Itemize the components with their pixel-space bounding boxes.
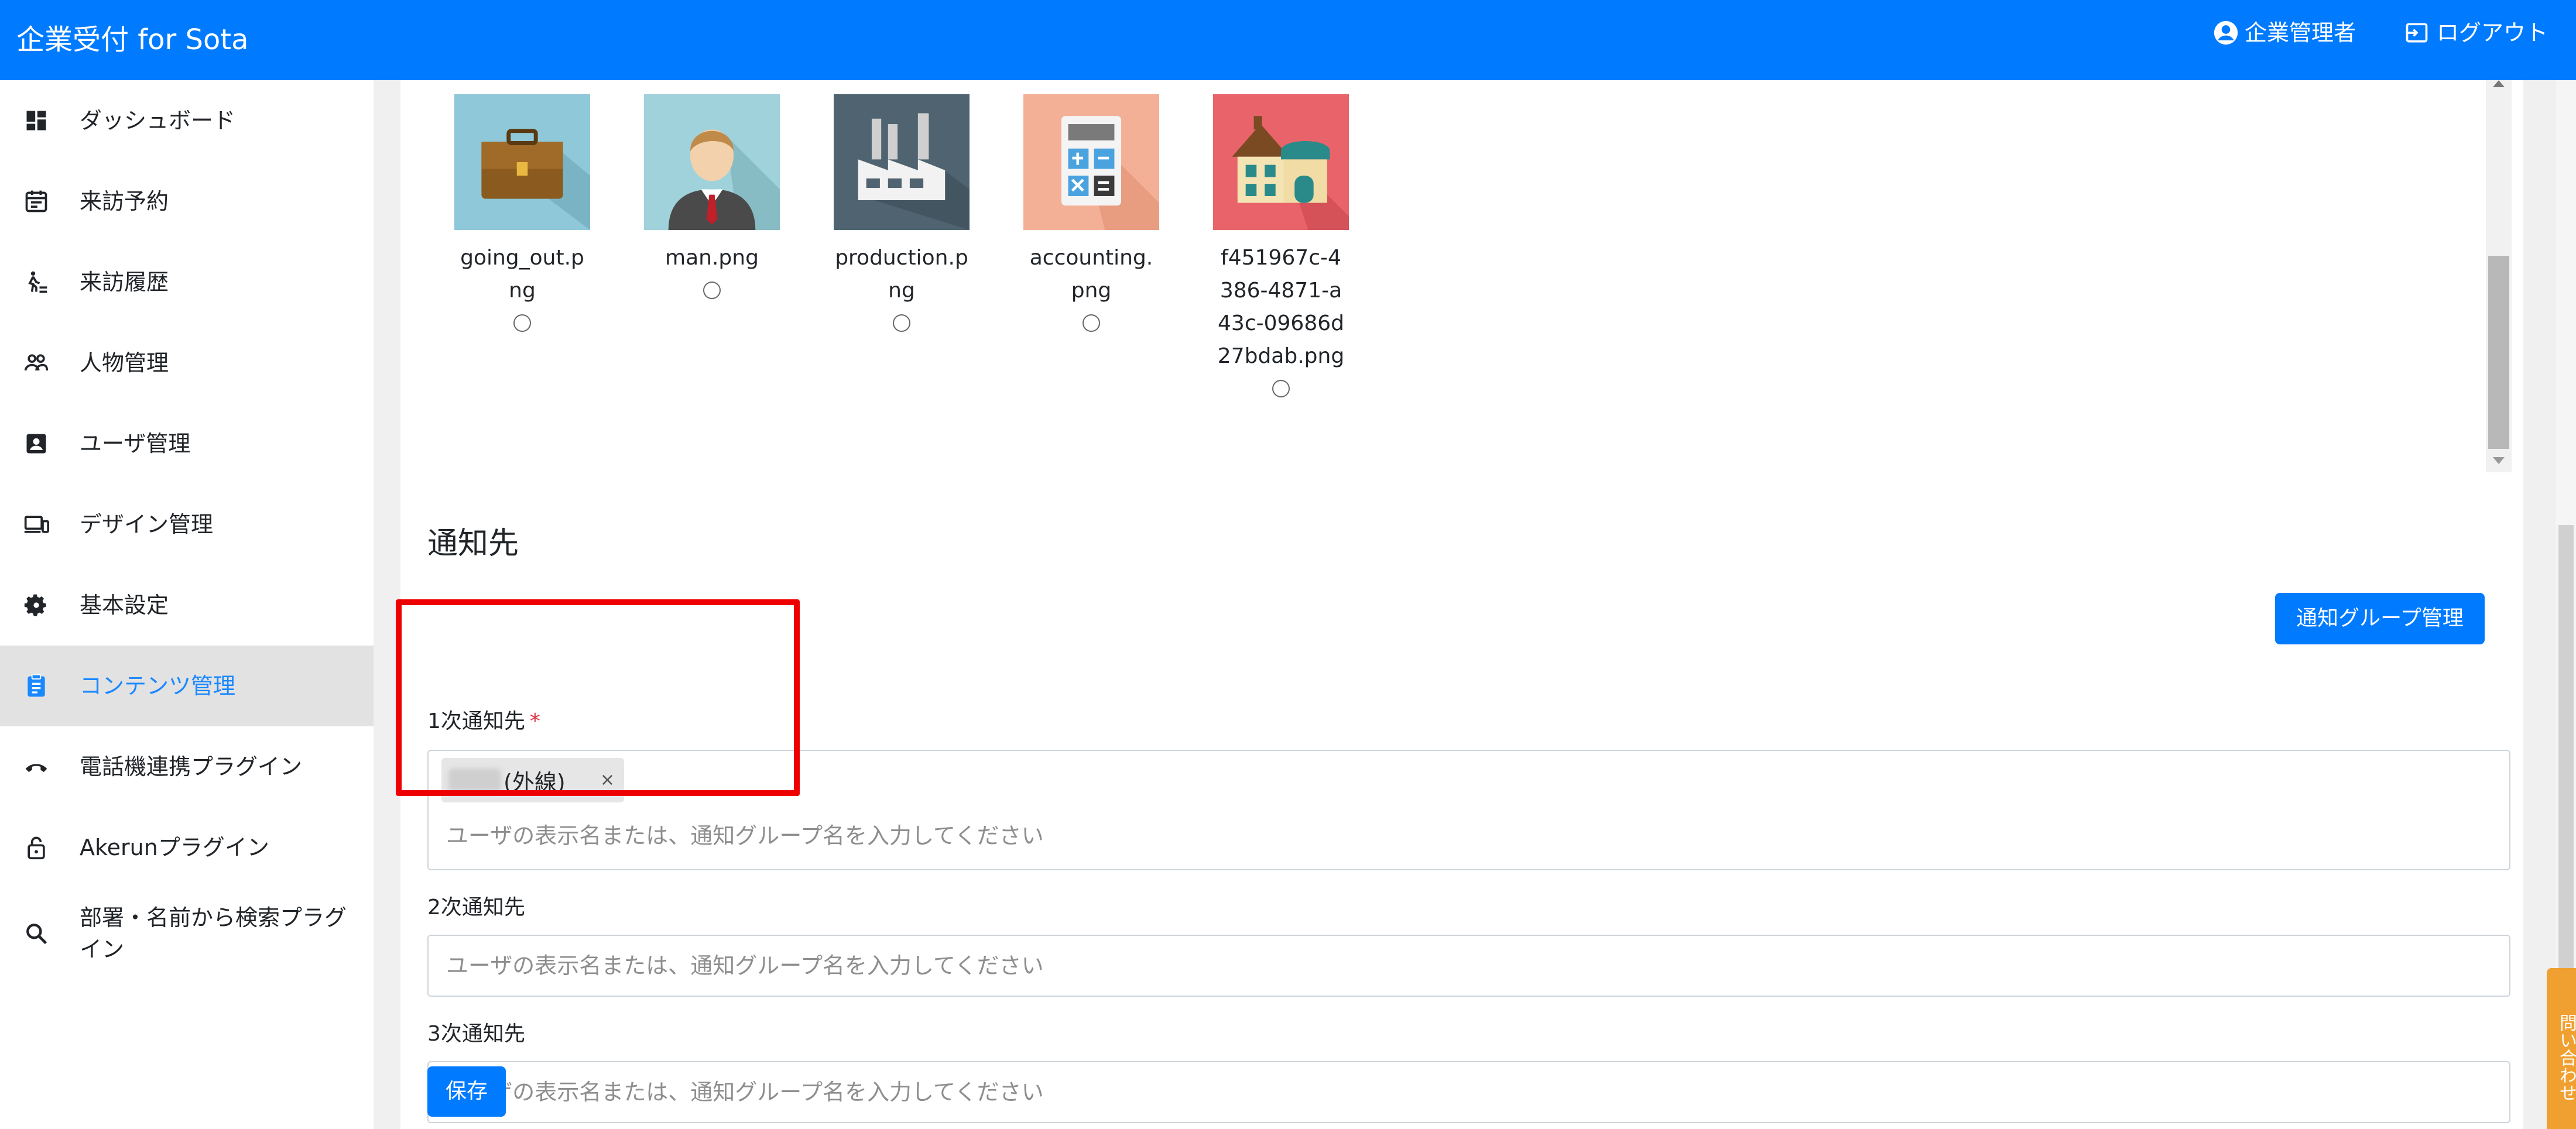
sidebar-item-search-plugin[interactable]: 部署・名前から検索プラグイン [0,888,374,979]
sidebar-item-content-management[interactable]: コンテンツ管理 [0,646,374,726]
sidebar-item-akerun-plugin[interactable]: Akerunプラグイン [0,807,374,888]
sidebar-item-label: 部署・名前から検索プラグイン [80,905,347,962]
image-filename: man.png [665,246,759,270]
sidebar-item-user-management[interactable]: ユーザ管理 [0,403,374,484]
layout-gutter [374,80,400,1129]
user-badge-icon [20,427,53,460]
search-icon [20,917,53,950]
secondary-notify-placeholder: ユーザの表示名または、通知グループ名を入力してください [446,953,1044,979]
top-header: 企業受付 for Sota 企業管理者 ログアウト [0,0,2576,80]
logout-label: ログアウト [2437,20,2548,46]
gallery-item[interactable]: going_out.png [454,94,590,332]
briefcase-icon [454,94,590,230]
recipient-chip-text: (外線) [503,769,566,795]
gallery-item[interactable]: production.png [834,94,970,332]
user-menu[interactable]: 企業管理者 [2213,19,2356,47]
sidebar-item-design-management[interactable]: デザイン管理 [0,484,374,565]
sidebar-item-label: 来訪予約 [80,188,169,214]
scroll-down-icon[interactable] [2493,457,2505,464]
scroll-up-icon[interactable] [2493,80,2505,87]
sidebar-item-person-management[interactable]: 人物管理 [0,322,374,403]
walking-person-icon [20,266,53,298]
user-label: 企業管理者 [2245,20,2356,46]
calendar-icon [20,185,53,218]
image-select-radio[interactable] [893,314,910,332]
sidebar-item-visit-reservation[interactable]: 来訪予約 [0,161,374,242]
image-filename: going_out.png [460,246,584,303]
image-filename: production.png [835,246,968,303]
sidebar-item-label: 人物管理 [80,350,169,376]
gallery-item[interactable]: accounting.png [1023,94,1159,332]
calculator-icon [1023,94,1159,230]
house-icon [1213,94,1349,230]
required-mark: * [529,709,540,733]
image-select-radio[interactable] [703,282,721,299]
sidebar-item-label: 来訪履歴 [80,269,169,295]
primary-notify-input[interactable]: (外線) × ユーザの表示名または、通知グループ名を入力してください [427,750,2510,870]
redacted-name [448,768,501,792]
phone-icon [20,750,53,783]
tertiary-notify-label: 3次通知先 [427,1022,525,1046]
notification-section-title: 通知先 [427,526,519,561]
notification-group-management-button[interactable]: 通知グループ管理 [2275,593,2485,644]
primary-notify-label: 1次通知先 * [427,708,540,736]
gallery-item[interactable]: man.png [644,94,780,299]
sidebar-item-label: 電話機連携プラグイン [80,754,303,780]
dashboard-icon [20,104,53,137]
sidebar-item-basic-settings[interactable]: 基本設定 [0,565,374,646]
gallery-item[interactable]: f451967c-4386-4871-a43c-09686d27bdab.png [1213,94,1349,397]
sidebar-item-label: デザイン管理 [80,512,214,537]
image-filename: accounting.png [1029,246,1153,303]
image-select-radio[interactable] [1083,314,1100,332]
feedback-tab[interactable]: 問い合わせ [2547,968,2576,1129]
app-title: 企業受付 for Sota [16,23,249,56]
image-select-radio[interactable] [513,314,531,332]
image-select-radio[interactable] [1272,380,1290,397]
tertiary-notify-input[interactable]: ユーザの表示名または、通知グループ名を入力してください [427,1061,2510,1123]
clipboard-icon [20,670,53,702]
tertiary-notify-placeholder: ユーザの表示名または、通知グループ名を入力してください [446,1079,1044,1105]
gear-icon [20,589,53,622]
people-icon [20,346,53,379]
logout-button[interactable]: ログアウト [2403,19,2548,47]
man-icon [644,94,780,230]
sidebar: ダッシュボード 来訪予約 来訪履歴 人物管理 ユーザ管理 デザイン管理 基本設定… [0,80,374,1129]
sidebar-item-dashboard[interactable]: ダッシュボード [0,80,374,161]
sidebar-item-label: ユーザ管理 [80,431,191,457]
factory-icon [834,94,970,230]
gallery-scroll-thumb[interactable] [2488,256,2509,449]
save-button[interactable]: 保存 [427,1066,506,1117]
sidebar-item-label: Akerunプラグイン [80,835,269,860]
devices-icon [20,508,53,541]
sidebar-item-label: 基本設定 [80,592,169,618]
primary-notify-placeholder: ユーザの表示名または、通知グループ名を入力してください [446,823,1044,849]
main-content: going_out.png man.png production.png acc… [400,80,2523,1129]
recipient-chip: (外線) × [441,758,624,802]
user-circle-icon [2214,20,2238,45]
sidebar-item-label: ダッシュボード [80,108,236,133]
secondary-notify-input[interactable]: ユーザの表示名または、通知グループ名を入力してください [427,935,2510,997]
sidebar-item-visit-history[interactable]: 来訪履歴 [0,242,374,322]
lock-icon [20,831,53,864]
secondary-notify-label: 2次通知先 [427,895,525,919]
primary-notify-label-text: 1次通知先 [427,709,525,733]
image-gallery: going_out.png man.png production.png acc… [400,80,2514,472]
sidebar-item-label: コンテンツ管理 [80,673,236,699]
sidebar-item-phone-plugin[interactable]: 電話機連携プラグイン [0,726,374,807]
gallery-scrollbar[interactable] [2486,80,2512,472]
logout-icon [2406,23,2428,43]
image-filename: f451967c-4386-4871-a43c-09686d27bdab.png [1217,246,1345,368]
chip-remove-icon[interactable]: × [600,770,615,791]
